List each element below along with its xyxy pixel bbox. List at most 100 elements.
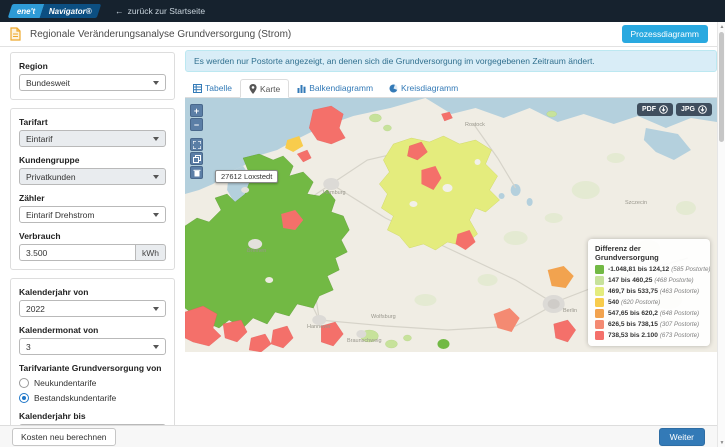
verbrauch-label: Verbrauch — [19, 231, 166, 241]
filter-sidebar: Region Bundesweit Tarifart Eintarif Kund… — [10, 52, 175, 447]
copy-view-button[interactable] — [190, 152, 203, 165]
prozessdiagramm-button[interactable]: Prozessdiagramm — [622, 25, 709, 43]
region-select[interactable]: Bundesweit — [19, 74, 166, 91]
zaehler-field: Zähler Eintarif Drehstrom — [19, 193, 166, 223]
kalenderjahr-von-value: 2022 — [26, 304, 45, 314]
logo-primary-text: ene't — [17, 7, 35, 16]
pie-chart-icon — [389, 84, 398, 93]
tarifart-select: Eintarif — [19, 130, 166, 147]
tariff-card: Tarifart Eintarif Kundengruppe Privatkun… — [10, 108, 175, 270]
export-jpg-button[interactable]: JPG — [676, 103, 712, 116]
map-tool-controls — [190, 138, 203, 179]
chevron-down-icon — [153, 81, 159, 85]
main-panel: Es werden nur Postorte angezeigt, an den… — [185, 50, 717, 352]
tab-kreisdiagramm[interactable]: Kreisdiagramm — [381, 79, 466, 97]
download-icon — [698, 105, 707, 114]
kosten-neu-berechnen-button[interactable]: Kosten neu berechnen — [12, 428, 116, 446]
period-card: Kalenderjahr von 2022 Kalendermonat von … — [10, 278, 175, 447]
kundengruppe-field: Kundengruppe Privatkunden — [19, 155, 166, 185]
page-header: Regionale Veränderungsanalyse Grundverso… — [0, 22, 717, 47]
tab-balkendiagramm[interactable]: Balkendiagramm — [289, 79, 381, 97]
radio-icon — [19, 378, 29, 388]
zaehler-select[interactable]: Eintarif Drehstrom — [19, 206, 166, 223]
kundengruppe-value: Privatkunden — [26, 172, 76, 182]
back-link-label: zurück zur Startseite — [128, 6, 205, 16]
fullscreen-button[interactable] — [190, 138, 203, 151]
legend-item: 147 bis 460,25 (468 Postorte) — [595, 276, 703, 285]
tarifart-field: Tarifart Eintarif — [19, 117, 166, 147]
delete-selection-button[interactable] — [190, 166, 203, 179]
map-zoom-controls: + − — [190, 104, 203, 131]
bestandskundentarife-von-radio[interactable]: Bestandskundentarife — [19, 393, 166, 403]
legend-item: -1.048,81 bis 124,12 (585 Postorte) — [595, 265, 703, 274]
kalenderjahr-von-label: Kalenderjahr von — [19, 287, 166, 297]
page-title: Regionale Veränderungsanalyse Grundverso… — [30, 29, 622, 40]
document-icon — [9, 27, 22, 41]
top-navbar: ene't Navigator® ← zurück zur Startseite — [0, 0, 725, 22]
kalendermonat-von-select[interactable]: 3 — [19, 338, 166, 355]
scrollbar-thumb[interactable] — [719, 32, 724, 142]
verbrauch-field: Verbrauch kWh — [19, 231, 166, 261]
map-export-buttons: PDF JPG — [637, 103, 712, 116]
map-canvas[interactable]: Rostock Hamburg Bremen Hannover Wolfsbur… — [185, 98, 717, 352]
legend-item: 626,5 bis 738,15 (307 Postorte) — [595, 320, 703, 329]
map-marker-icon — [249, 84, 257, 94]
tab-tabelle[interactable]: Tabelle — [185, 79, 240, 97]
chevron-down-icon — [153, 307, 159, 311]
tarifart-label: Tarifart — [19, 117, 166, 127]
logo-secondary-badge: Navigator® — [40, 4, 101, 18]
chevron-down-icon — [153, 175, 159, 179]
app-logo[interactable]: ene't Navigator® — [10, 4, 99, 18]
legend-title: Differenz der Grundversorgung — [595, 244, 703, 262]
legend-item: 738,53 bis 2.100 (673 Postorte) — [595, 331, 703, 340]
radio-checked-icon — [19, 393, 29, 403]
legend-item: 547,65 bis 620,2 (648 Postorte) — [595, 309, 703, 318]
kundengruppe-label: Kundengruppe — [19, 155, 166, 165]
legend-swatch — [595, 298, 604, 307]
logo-secondary-text: Navigator® — [49, 7, 92, 16]
verbrauch-unit: kWh — [135, 244, 166, 261]
verbrauch-input[interactable] — [19, 244, 135, 261]
region-card: Region Bundesweit — [10, 52, 175, 100]
chevron-down-icon — [153, 345, 159, 349]
back-to-start-link[interactable]: ← zurück zur Startseite — [115, 6, 205, 16]
tab-karte[interactable]: Karte — [240, 79, 289, 98]
copy-icon — [193, 155, 201, 163]
export-pdf-button[interactable]: PDF — [637, 103, 673, 116]
bar-chart-icon — [297, 84, 306, 93]
chevron-down-icon — [153, 137, 159, 141]
zaehler-value: Eintarif Drehstrom — [26, 210, 95, 220]
tarifvariante-von-label: Tarifvariante Grundversorgung von — [19, 363, 166, 373]
trash-icon — [193, 169, 201, 177]
neukundentarife-von-radio[interactable]: Neukundentarife — [19, 378, 166, 388]
zoom-out-button[interactable]: − — [190, 118, 203, 131]
kalenderjahr-von-select[interactable]: 2022 — [19, 300, 166, 317]
view-tabs: Tabelle Karte Balkendiagramm Kreisdiagra… — [185, 79, 717, 98]
scroll-down-arrow-icon[interactable]: ▼ — [718, 438, 725, 447]
region-label: Region — [19, 61, 166, 71]
legend-swatch — [595, 320, 604, 329]
legend-swatch — [595, 331, 604, 340]
download-icon — [659, 105, 668, 114]
legend-swatch — [595, 276, 604, 285]
legend-item: 469,7 bis 533,75 (463 Postorte) — [595, 287, 703, 296]
map-tooltip: 27612 Loxstedt — [215, 170, 278, 183]
map-legend: Differenz der Grundversorgung -1.048,81 … — [588, 239, 710, 346]
legend-swatch — [595, 265, 604, 274]
kalendermonat-von-label: Kalendermonat von — [19, 325, 166, 335]
weiter-button[interactable]: Weiter — [659, 428, 705, 446]
tarifart-value: Eintarif — [26, 134, 52, 144]
kalenderjahr-bis-label: Kalenderjahr bis — [19, 411, 166, 421]
bremen-city-area — [248, 239, 262, 249]
page-scrollbar[interactable]: ▲ ▼ — [717, 22, 725, 447]
region-value: Bundesweit — [26, 78, 70, 88]
zoom-in-button[interactable]: + — [190, 104, 203, 117]
kalenderjahr-von-field: Kalenderjahr von 2022 — [19, 287, 166, 317]
footer-bar: Kosten neu berechnen Weiter — [0, 425, 717, 447]
info-alert: Es werden nur Postorte angezeigt, an den… — [185, 50, 717, 72]
chevron-down-icon — [153, 213, 159, 217]
scroll-up-arrow-icon[interactable]: ▲ — [718, 22, 725, 31]
tarifvariante-von-field: Tarifvariante Grundversorgung von Neukun… — [19, 363, 166, 403]
zaehler-label: Zähler — [19, 193, 166, 203]
region-field: Region Bundesweit — [19, 61, 166, 91]
